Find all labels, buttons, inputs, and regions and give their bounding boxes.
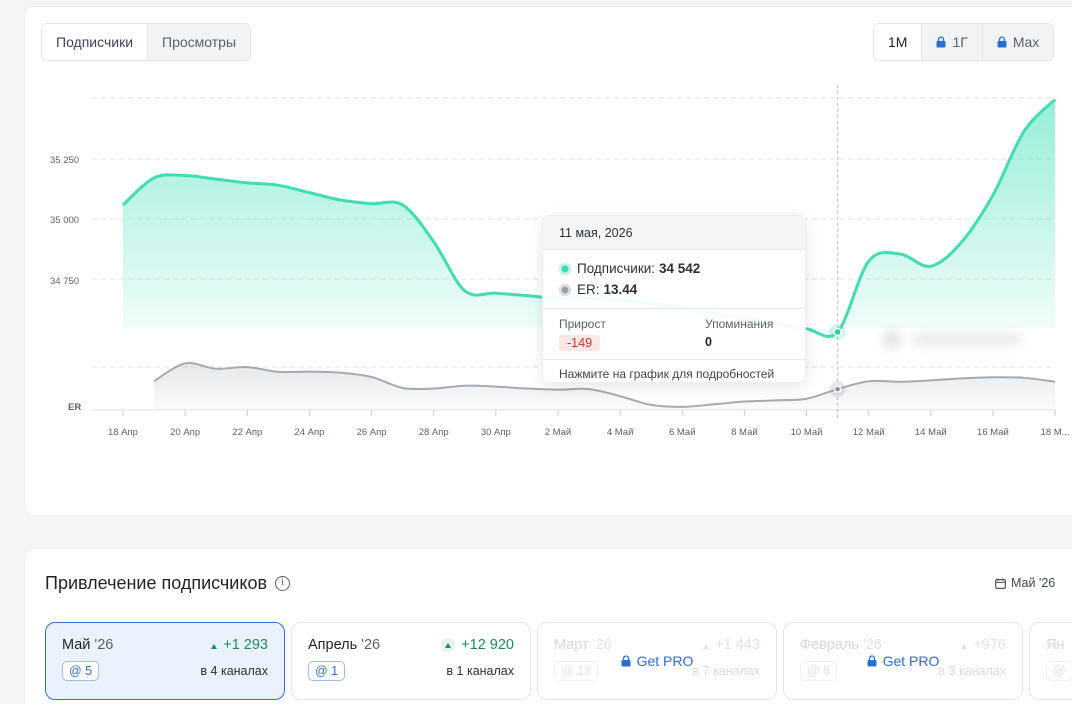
tooltip-footer: Нажмите на график для подробностей	[559, 367, 775, 381]
month-year: '26	[357, 637, 381, 653]
month-name: Ян	[1046, 637, 1064, 653]
tooltip-er-label: ER:	[577, 282, 600, 297]
month-card[interactable]: Март '26 +1 443 @ 18 в 7 каналах Get PRO	[537, 622, 777, 700]
x-tick-label: 28 Апр	[419, 427, 449, 438]
month-label: Март	[554, 637, 589, 653]
month-label: Май	[62, 637, 91, 653]
growth-delta-value: +976	[973, 637, 1006, 653]
month-name: Февраль '26	[800, 637, 882, 653]
tooltip-subs-value: 34 542	[659, 261, 701, 276]
month-year: '26	[90, 637, 114, 653]
growth-value: -149	[559, 335, 601, 351]
up-arrow-icon	[961, 637, 968, 653]
x-tick-label: 24 Апр	[294, 427, 324, 438]
tooltip-stats: Прирост -149 Упоминания 0	[543, 308, 805, 360]
er-dot-icon	[559, 283, 571, 296]
x-tick-label: 26 Апр	[357, 427, 387, 438]
x-tick-label: 16 Май	[977, 427, 1009, 438]
month-card[interactable]: Май '26 +1 293 @ 5 в 4 каналах	[45, 622, 285, 700]
x-tick-label: 10 Май	[791, 427, 823, 438]
x-tick-label: 4 Май	[607, 427, 634, 438]
growth-delta-value: +1 443	[715, 637, 760, 653]
calendar-icon	[995, 578, 1006, 589]
growth-delta: +1 443	[703, 637, 760, 653]
subscribers-chart[interactable]: 35 250 35 000 34 750 ER 18 Апр 20 Апр 22 Апр 2…	[0, 0, 1072, 520]
get-pro-label: Get PRO	[636, 653, 694, 669]
month-name: Май '26	[62, 637, 113, 653]
month-year: '26	[588, 637, 612, 653]
growth-label: Прирост	[559, 317, 606, 331]
tooltip-er-value: 13.44	[603, 282, 638, 297]
month-card[interactable]: Февраль '26 +976 @ 8в 3 каналах Get PRO	[783, 622, 1023, 700]
mentions-badge: @	[1046, 661, 1072, 681]
get-pro-button[interactable]: Get PRO	[538, 653, 776, 669]
x-tick-label: 8 Май	[731, 427, 758, 438]
month-year: '26	[858, 637, 882, 653]
blurred-watermark	[860, 322, 1030, 356]
x-tick-label: 12 Май	[853, 427, 885, 438]
lock-icon	[867, 655, 877, 667]
growth-delta: +1 293	[211, 637, 268, 653]
tooltip-subs-label: Подписчики:	[577, 261, 656, 276]
month-card[interactable]: Апрель '26 +12 920 @ 1 в 1 каналах	[291, 622, 531, 700]
subscribers-dot-icon	[559, 262, 571, 275]
info-icon[interactable]: i	[275, 576, 291, 591]
up-arrow-icon	[211, 637, 218, 653]
x-tick-label: 18 М...	[1041, 427, 1070, 438]
mentions-badge: @ 5	[62, 661, 100, 681]
mentions-label: Упоминания	[705, 317, 774, 331]
er-axis-label: ER	[68, 402, 81, 413]
tooltip-date: 11 мая, 2026	[543, 216, 805, 250]
month-name: Апрель '26	[308, 637, 380, 653]
attraction-card: Привлечение подписчиков i Май '26 Май '2…	[24, 548, 1072, 704]
tooltip-subscribers-row: Подписчики: 34 542	[543, 258, 805, 279]
month-label: Апрель	[308, 637, 358, 653]
x-tick-label: 2 Май	[545, 427, 572, 438]
mentions-value: 0	[705, 335, 712, 349]
section-title-text: Привлечение подписчиков	[45, 573, 268, 593]
subscribers-hover-point[interactable]	[833, 327, 842, 337]
growth-delta-value: +12 920	[461, 637, 514, 653]
month-label: Февраль	[800, 637, 859, 653]
y-tick-label: 35 250	[50, 155, 79, 166]
x-tick-label: 20 Апр	[170, 427, 200, 438]
month-selector-label: Май '26	[1011, 576, 1056, 590]
month-card[interactable]: Ян @	[1029, 622, 1072, 700]
x-tick-label: 14 Май	[915, 427, 947, 438]
channels-count: в 1 каналах	[446, 664, 514, 678]
tooltip-er-row: ER: 13.44	[543, 279, 805, 300]
x-tick-label: 18 Апр	[108, 427, 138, 438]
month-name: Март '26	[554, 637, 612, 653]
growth-delta: +976	[961, 637, 1006, 653]
lock-icon	[621, 655, 631, 667]
section-title: Привлечение подписчиков i	[45, 573, 291, 594]
y-tick-label: 34 750	[50, 276, 79, 287]
get-pro-label: Get PRO	[882, 653, 940, 669]
growth-delta-value: +1 293	[223, 637, 268, 653]
mentions-badge: @ 1	[308, 661, 346, 681]
get-pro-button[interactable]: Get PRO	[784, 653, 1022, 669]
chart-tooltip: 11 мая, 2026 Подписчики: 34 542 ER: 13.4…	[542, 215, 806, 383]
x-tick-label: 30 Апр	[481, 427, 511, 438]
x-tick-label: 6 Май	[669, 427, 696, 438]
er-hover-point[interactable]	[833, 385, 842, 393]
y-tick-label: 35 000	[50, 215, 79, 226]
x-tick-label: 22 Апр	[232, 427, 262, 438]
growth-delta: +12 920	[441, 637, 514, 653]
month-label: Ян	[1046, 637, 1065, 653]
up-arrow-icon	[703, 637, 710, 653]
month-selector[interactable]: Май '26	[995, 576, 1055, 590]
up-arrow-icon	[441, 638, 456, 652]
channels-count: в 4 каналах	[200, 664, 268, 678]
